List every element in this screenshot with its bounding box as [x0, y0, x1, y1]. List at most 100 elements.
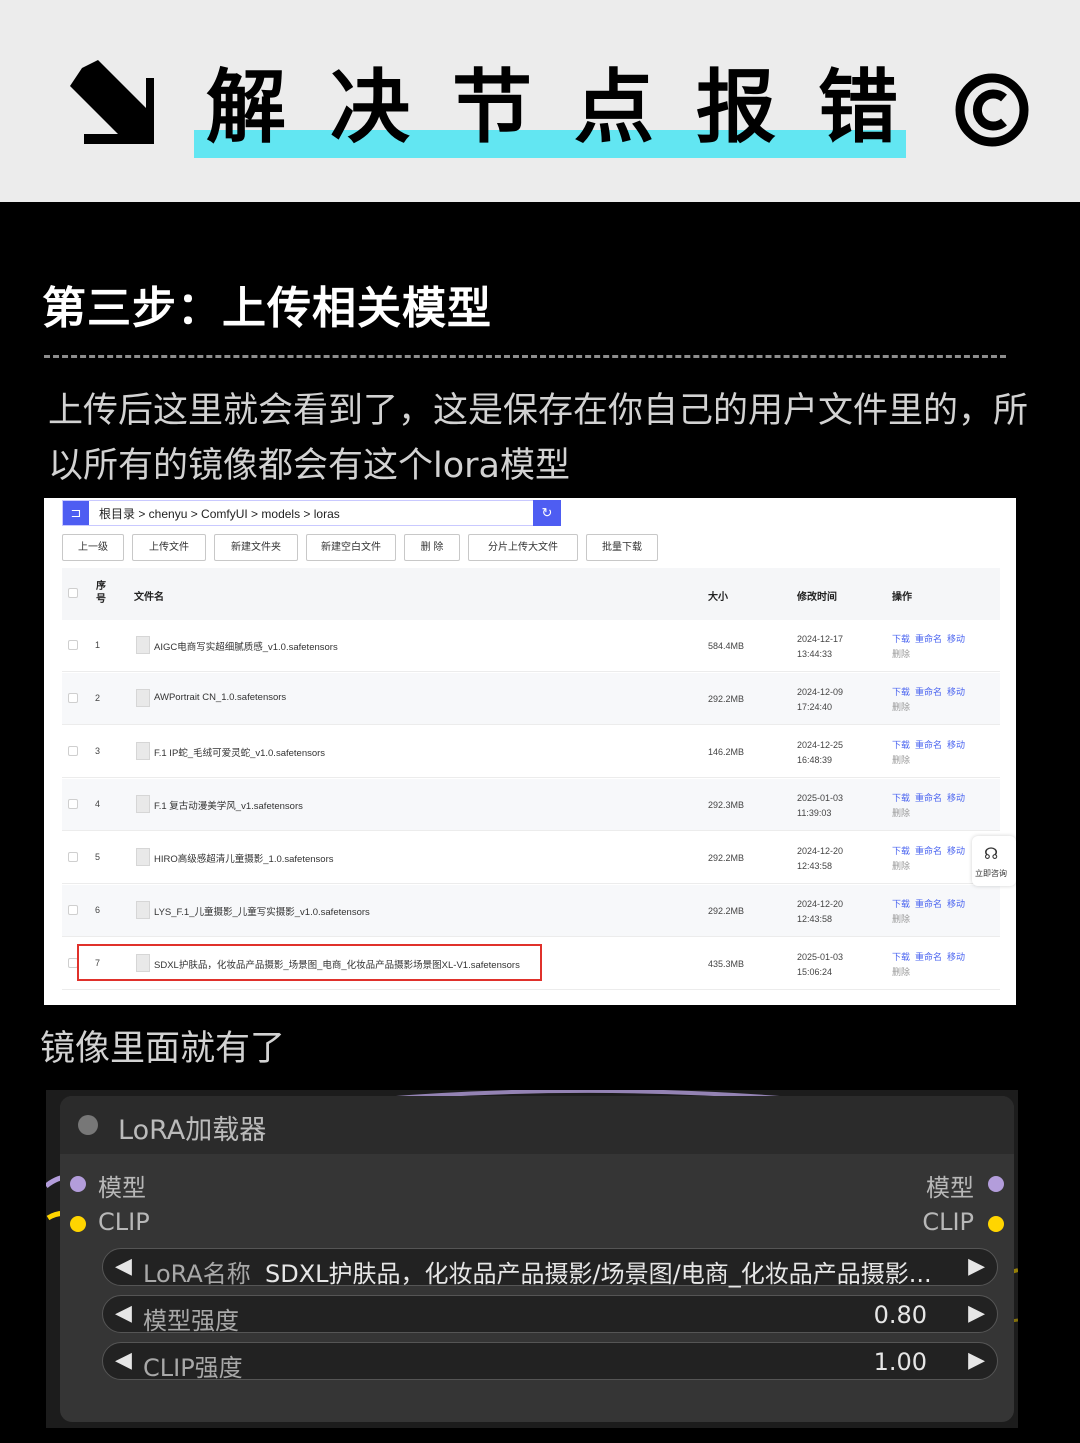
- rename-link[interactable]: 重命名: [915, 899, 942, 909]
- rename-link[interactable]: 重命名: [915, 793, 942, 803]
- header-title-char: 节: [452, 61, 532, 154]
- input-clip-pin[interactable]: [70, 1216, 86, 1232]
- mtime-time: 16:48:39: [797, 755, 833, 765]
- mtime-date: 2024-12-25: [797, 740, 844, 750]
- increment-arrow-icon[interactable]: ▶: [968, 1301, 985, 1326]
- row-checkbox[interactable]: [68, 852, 78, 862]
- table-row[interactable]: 2 AWPortrait CN_1.0.safetensors 292.2MB …: [62, 673, 1000, 725]
- node-canvas[interactable]: LoRA加载器 模型 CLIP 模型 CLIP ◀ LoRA名称 SDXL护肤品…: [46, 1090, 1018, 1428]
- file-name[interactable]: LYS_F.1_儿童摄影_儿童写实摄影_v1.0.safetensors: [154, 904, 370, 918]
- mirror-caption: 镜像里面就有了: [40, 1029, 286, 1069]
- rename-link[interactable]: 重命名: [915, 687, 942, 697]
- file-size: 584.4MB: [708, 641, 745, 651]
- clip-strength-slider[interactable]: ◀ CLIP强度 1.00 ▶: [102, 1342, 998, 1382]
- download-link[interactable]: 下载: [892, 793, 910, 803]
- file-name[interactable]: AWPortrait CN_1.0.safetensors: [154, 692, 286, 703]
- file-size: 292.2MB: [708, 906, 745, 916]
- toolbar-button-new-folder[interactable]: 新建文件夹: [214, 534, 298, 561]
- download-link[interactable]: 下载: [892, 687, 910, 697]
- file-name[interactable]: HIRO高级感超清儿童摄影_1.0.safetensors: [154, 851, 334, 865]
- table-row[interactable]: 1 AIGC电商写实超细腻质感_v1.0.safetensors 584.4MB…: [62, 620, 1000, 672]
- rename-link[interactable]: 重命名: [915, 740, 942, 750]
- mtime-time: 11:39:03: [797, 808, 832, 818]
- download-link[interactable]: 下载: [892, 846, 910, 856]
- row-checkbox[interactable]: [68, 640, 78, 650]
- row-number: 1: [95, 640, 101, 650]
- delete-link[interactable]: 删除: [892, 859, 965, 874]
- row-checkbox[interactable]: [68, 905, 78, 915]
- move-link[interactable]: 移动: [947, 687, 965, 697]
- delete-link[interactable]: 删除: [892, 806, 965, 821]
- increment-arrow-icon[interactable]: ▶: [968, 1254, 985, 1279]
- consult-button[interactable]: ☊ 立即咨询: [972, 836, 1016, 886]
- refresh-icon[interactable]: ↻: [533, 500, 561, 526]
- rename-link[interactable]: 重命名: [915, 634, 942, 644]
- lora-name-combo[interactable]: ◀ LoRA名称 SDXL护肤品，化妆品产品摄影/场景图/电商_化妆品产品摄影.…: [102, 1248, 998, 1288]
- rename-link[interactable]: 重命名: [915, 846, 942, 856]
- row-checkbox[interactable]: [68, 746, 78, 756]
- file-icon: [136, 795, 150, 813]
- row-checkbox[interactable]: [68, 693, 78, 703]
- file-name[interactable]: F.1 复古动漫美学风_v1.safetensors: [154, 798, 303, 812]
- mtime-time: 12:43:58: [797, 861, 833, 871]
- download-link[interactable]: 下载: [892, 899, 910, 909]
- toolbar-button-batch-download[interactable]: 批量下载: [586, 534, 658, 561]
- move-link[interactable]: 移动: [947, 740, 965, 750]
- download-link[interactable]: 下载: [892, 952, 910, 962]
- model-strength-slider[interactable]: ◀ 模型强度 0.80 ▶: [102, 1295, 998, 1335]
- lora-loader-node[interactable]: LoRA加载器 模型 CLIP 模型 CLIP ◀ LoRA名称 SDXL护肤品…: [60, 1096, 1014, 1422]
- table-row[interactable]: 5 HIRO高级感超清儿童摄影_1.0.safetensors 292.2MB …: [62, 832, 1000, 884]
- move-link[interactable]: 移动: [947, 634, 965, 644]
- decrement-arrow-icon[interactable]: ◀: [115, 1348, 132, 1373]
- toolbar-button-upload[interactable]: 上传文件: [132, 534, 206, 561]
- delete-link[interactable]: 删除: [892, 965, 965, 980]
- download-link[interactable]: 下载: [892, 740, 910, 750]
- input-clip-label: CLIP: [98, 1208, 150, 1236]
- row-checkbox[interactable]: [68, 799, 78, 809]
- table-row[interactable]: 6 LYS_F.1_儿童摄影_儿童写实摄影_v1.0.safetensors 2…: [62, 885, 1000, 937]
- column-ops: 操作: [892, 592, 912, 603]
- table-row[interactable]: 4 F.1 复古动漫美学风_v1.safetensors 292.3MB 202…: [62, 779, 1000, 831]
- file-name[interactable]: F.1 IP蛇_毛绒可爱灵蛇_v1.0.safetensors: [154, 745, 325, 759]
- node-collapse-dot[interactable]: [78, 1115, 98, 1135]
- delete-link[interactable]: 删除: [892, 753, 965, 768]
- move-link[interactable]: 移动: [947, 793, 965, 803]
- model-strength-label: 模型强度: [143, 1307, 239, 1335]
- move-link[interactable]: 移动: [947, 952, 965, 962]
- output-clip-pin[interactable]: [988, 1216, 1004, 1232]
- decrement-arrow-icon[interactable]: ◀: [115, 1301, 132, 1326]
- rename-link[interactable]: 重命名: [915, 952, 942, 962]
- move-link[interactable]: 移动: [947, 899, 965, 909]
- move-link[interactable]: 移动: [947, 846, 965, 856]
- download-link[interactable]: 下载: [892, 634, 910, 644]
- file-name[interactable]: AIGC电商写实超细腻质感_v1.0.safetensors: [154, 639, 338, 653]
- folder-up-icon[interactable]: ⊐: [63, 501, 89, 525]
- file-size: 435.3MB: [708, 959, 745, 969]
- output-model-pin[interactable]: [988, 1176, 1004, 1192]
- delete-link[interactable]: 删除: [892, 912, 965, 927]
- column-size[interactable]: 大小: [708, 588, 728, 603]
- consult-label: 立即咨询: [975, 869, 1007, 878]
- toolbar-button-chunk-upload[interactable]: 分片上传大文件: [468, 534, 578, 561]
- toolbar-button-parent[interactable]: 上一级: [62, 534, 124, 561]
- node-header[interactable]: LoRA加载器: [60, 1096, 1014, 1154]
- file-size: 292.3MB: [708, 800, 745, 810]
- input-model-pin[interactable]: [70, 1176, 86, 1192]
- toolbar-button-new-file[interactable]: 新建空白文件: [306, 534, 396, 561]
- increment-arrow-icon[interactable]: ▶: [968, 1348, 985, 1373]
- delete-link[interactable]: 删除: [892, 700, 965, 715]
- delete-link[interactable]: 删除: [892, 647, 965, 662]
- column-mtime[interactable]: 修改时间: [797, 588, 837, 603]
- headset-icon: ☊: [984, 846, 999, 863]
- row-number: 4: [95, 799, 101, 809]
- mtime-date: 2024-12-09: [797, 687, 844, 697]
- header-title-char: 报: [696, 61, 776, 154]
- path-bar[interactable]: ⊐ 根目录 > chenyu > ComfyUI > models > lora…: [62, 500, 561, 526]
- mtime-date: 2024-12-17: [797, 634, 844, 644]
- decrement-arrow-icon[interactable]: ◀: [115, 1254, 132, 1279]
- column-name[interactable]: 文件名: [134, 588, 164, 603]
- file-icon: [136, 901, 150, 919]
- toolbar-button-delete[interactable]: 删 除: [404, 534, 460, 561]
- table-row[interactable]: 3 F.1 IP蛇_毛绒可爱灵蛇_v1.0.safetensors 146.2M…: [62, 726, 1000, 778]
- select-all-checkbox[interactable]: [68, 588, 78, 598]
